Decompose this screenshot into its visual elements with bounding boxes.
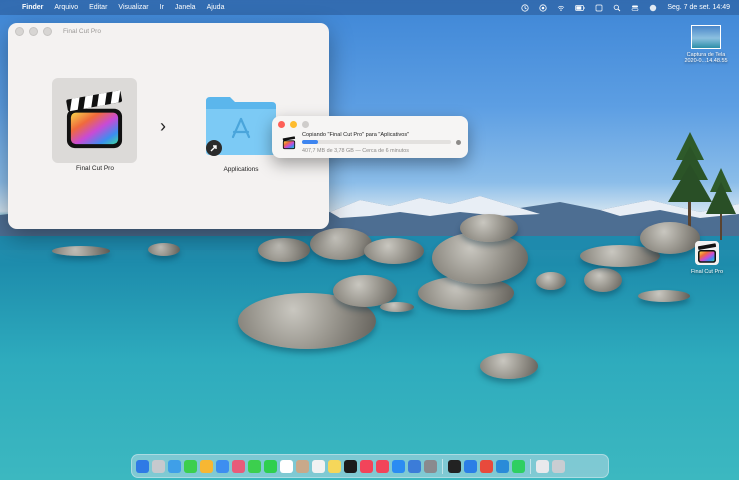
dock-mail-icon[interactable] xyxy=(200,459,213,473)
rock xyxy=(310,228,372,260)
menu-ajuda[interactable]: Ajuda xyxy=(207,4,225,11)
rock xyxy=(52,246,110,256)
control-center-icon[interactable] xyxy=(631,4,639,12)
wifi-icon[interactable] xyxy=(557,4,565,12)
dock-trash-icon[interactable] xyxy=(552,459,565,473)
dock-phone-icon[interactable] xyxy=(264,459,277,473)
applications-folder-icon[interactable] xyxy=(204,93,278,156)
menu-editar[interactable]: Editar xyxy=(89,4,107,11)
menu-clock[interactable]: Seg. 7 de set. 14:49 xyxy=(667,4,730,11)
dock-news-icon[interactable] xyxy=(376,459,389,473)
dock-music-icon[interactable] xyxy=(360,459,373,473)
dock-tv-icon[interactable] xyxy=(344,459,357,473)
copy-message: Copiando "Final Cut Pro" para "Aplicativ… xyxy=(302,132,410,138)
rock xyxy=(584,268,622,292)
dock-documents-icon[interactable] xyxy=(536,459,549,473)
stop-copy-button[interactable] xyxy=(456,140,461,145)
battery-icon[interactable] xyxy=(575,4,585,12)
close-button[interactable] xyxy=(15,26,24,36)
minimize-button[interactable] xyxy=(29,26,38,36)
menu-bar: Finder Arquivo Editar Visualizar Ir Jane… xyxy=(0,0,739,15)
rock xyxy=(460,214,518,242)
dock-separator xyxy=(530,458,531,474)
dock-keynote-icon[interactable] xyxy=(408,459,421,473)
siri-icon[interactable] xyxy=(649,4,657,12)
dock-finder-icon[interactable] xyxy=(136,459,149,473)
dock-chrome-icon[interactable] xyxy=(480,459,493,473)
dock-terminal-icon[interactable] xyxy=(448,459,461,473)
rock xyxy=(380,302,414,312)
dock-vscode-icon[interactable] xyxy=(496,459,509,473)
dock xyxy=(131,454,609,478)
dock-messages-icon[interactable] xyxy=(184,459,197,473)
dock-separator xyxy=(442,458,443,474)
app-label: Final Cut Pro xyxy=(76,165,114,172)
screenshot-thumbnail-icon xyxy=(691,25,721,49)
dock-maps-icon[interactable] xyxy=(216,459,229,473)
chevron-right-icon: › xyxy=(160,116,166,136)
dock-calendar-icon[interactable] xyxy=(280,459,293,473)
menu-visualizar[interactable]: Visualizar xyxy=(118,4,148,11)
rock xyxy=(638,290,690,302)
dock-system-preferences-icon[interactable] xyxy=(424,459,437,473)
folder-label: Applications xyxy=(223,166,259,173)
menu-finder[interactable]: Finder xyxy=(22,4,43,11)
final-cut-pro-icon xyxy=(695,241,719,265)
rock xyxy=(364,238,424,264)
final-cut-pro-app-icon[interactable] xyxy=(52,78,137,163)
dock-photos-icon[interactable] xyxy=(232,459,245,473)
copy-progress-window: Copiando "Final Cut Pro" para "Aplicativ… xyxy=(272,116,468,158)
minimize-button[interactable] xyxy=(290,121,297,128)
copy-status: 407,7 MB de 3,78 GB — Cerca de 6 minutos xyxy=(302,148,409,154)
dock-contacts-icon[interactable] xyxy=(296,459,309,473)
zoom-button[interactable] xyxy=(302,121,309,128)
dock-whatsapp-icon[interactable] xyxy=(512,459,525,473)
rock xyxy=(148,243,180,256)
desktop-item-screenshot[interactable]: Captura de Tela 2020-0...14.48.55 xyxy=(676,25,736,64)
final-cut-pro-icon xyxy=(66,90,123,149)
desktop-item-final-cut-pro[interactable]: Final Cut Pro xyxy=(682,240,732,275)
spotlight-search-icon[interactable] xyxy=(613,4,621,12)
fcp-desktop-label: Final Cut Pro xyxy=(690,269,724,275)
copy-progress-bar xyxy=(302,140,451,144)
close-button[interactable] xyxy=(278,121,285,128)
time-machine-icon[interactable] xyxy=(521,3,529,12)
dock-launchpad-icon[interactable] xyxy=(152,459,165,473)
keyboard-input-icon[interactable] xyxy=(595,4,603,12)
screenshot-sublabel: 2020-0...14.48.55 xyxy=(684,58,728,64)
window-title: Final Cut Pro xyxy=(63,27,101,35)
rock xyxy=(480,353,538,379)
menu-ir[interactable]: Ir xyxy=(160,4,164,11)
menu-arquivo[interactable]: Arquivo xyxy=(54,4,78,11)
final-cut-pro-icon xyxy=(282,136,296,150)
dock-notes-icon[interactable] xyxy=(328,459,341,473)
rock xyxy=(536,272,566,290)
rock xyxy=(258,238,310,262)
dock-reminders-icon[interactable] xyxy=(312,459,325,473)
zoom-button[interactable] xyxy=(43,26,52,36)
window-titlebar[interactable]: Final Cut Pro xyxy=(8,23,329,39)
screen-record-icon[interactable] xyxy=(539,3,547,12)
dock-xcode-icon[interactable] xyxy=(464,459,477,473)
dock-safari-icon[interactable] xyxy=(168,459,181,473)
menu-janela[interactable]: Janela xyxy=(175,4,196,11)
dock-app-store-icon[interactable] xyxy=(392,459,405,473)
dock-facetime-icon[interactable] xyxy=(248,459,261,473)
